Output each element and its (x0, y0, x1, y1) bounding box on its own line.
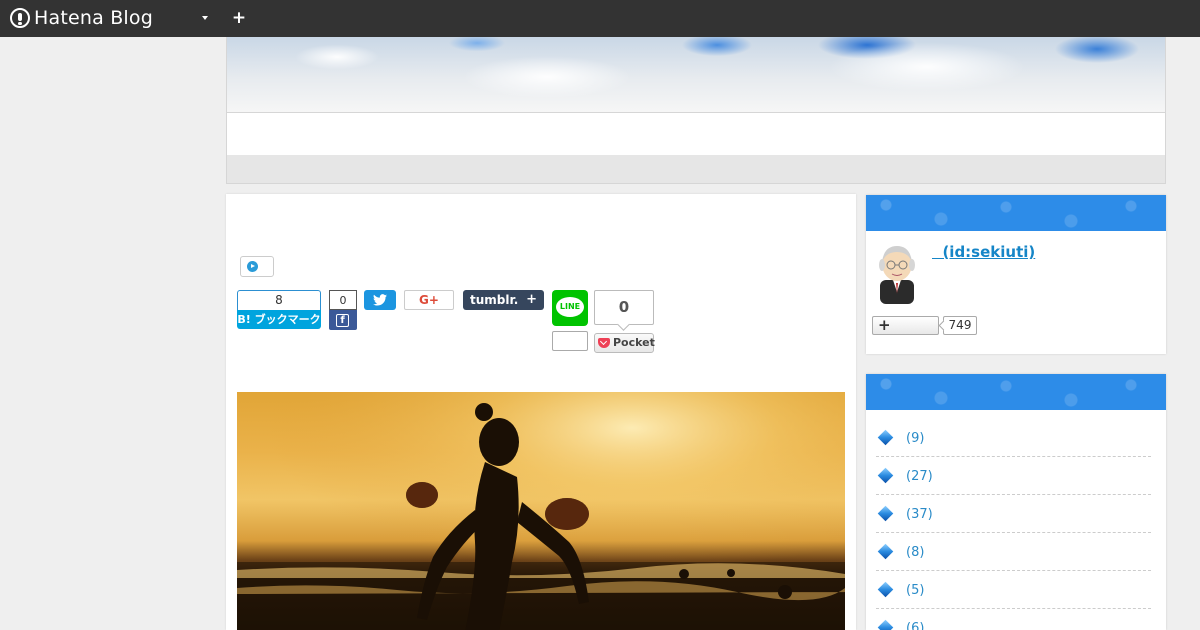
twitter-bird-icon (373, 294, 387, 306)
category-item[interactable]: (8) (876, 533, 1151, 571)
diamond-icon (877, 429, 894, 446)
play-icon (247, 261, 258, 272)
profile-module-header (866, 195, 1166, 231)
profile-module: (id:sekiuti) + 749 (866, 195, 1166, 354)
facebook-share-count: 0 (329, 290, 357, 310)
category-count[interactable]: (9) (906, 431, 924, 446)
tumblr-label: tumblr. (470, 293, 519, 307)
diamond-icon (877, 619, 894, 630)
googleplus-share-button[interactable]: G+ (404, 290, 454, 310)
category-module-header (866, 374, 1166, 410)
category-item[interactable]: (9) (876, 419, 1151, 457)
plus-icon[interactable]: + (230, 8, 248, 28)
facebook-share-button[interactable]: f (329, 310, 357, 330)
category-count[interactable]: (8) (906, 545, 924, 560)
diamond-icon (877, 467, 894, 484)
hatena-blog-logo-link[interactable]: Hatena Blog (10, 6, 153, 30)
hatena-bookmark-button[interactable]: B! ブックマーク (237, 310, 321, 329)
avatar[interactable] (874, 242, 920, 304)
hatena-bookmark-count[interactable]: 8 (237, 290, 321, 310)
category-list: (9) (27) (37) (8) (5) (6) (876, 419, 1151, 630)
category-module: (9) (27) (37) (8) (5) (6) (866, 374, 1166, 630)
tumblr-share-button[interactable]: tumblr. + (463, 290, 544, 310)
diamond-icon (877, 581, 894, 598)
article-entry: 8 B! ブックマーク 0 f G+ tumblr. + LINE 0 Pock… (226, 194, 856, 630)
follow-button[interactable]: + (872, 316, 939, 335)
pocket-save-count: 0 (594, 290, 654, 325)
global-header: Hatena Blog + (0, 0, 1200, 37)
line-share-count (552, 331, 588, 351)
line-share-button[interactable]: LINE (552, 290, 588, 326)
beach-silhouette-illustration (237, 392, 845, 630)
category-count[interactable]: (6) (906, 621, 924, 630)
category-count[interactable]: (37) (906, 507, 933, 522)
category-count[interactable]: (5) (906, 583, 924, 598)
category-item[interactable]: (6) (876, 609, 1151, 630)
pocket-save-button[interactable]: Pocket (594, 333, 655, 353)
blog-title-area (226, 113, 1166, 155)
diamond-icon (877, 505, 894, 522)
diamond-icon (877, 543, 894, 560)
blog-header-image (226, 37, 1166, 113)
profile-id-link[interactable]: (id:sekiuti) (932, 243, 1035, 261)
category-count[interactable]: (27) (906, 469, 933, 484)
facebook-icon: f (336, 314, 349, 327)
caret-down-icon[interactable] (202, 16, 208, 20)
blog-description-bar (226, 155, 1166, 184)
plus-icon: + (878, 316, 891, 334)
pocket-label: Pocket (613, 336, 655, 349)
category-item[interactable]: (5) (876, 571, 1151, 609)
tumblr-plus-icon: + (526, 292, 537, 307)
pocket-icon (598, 338, 610, 348)
article-photo (237, 392, 845, 630)
audio-play-button[interactable] (240, 256, 274, 277)
line-icon: LINE (556, 297, 584, 317)
category-item[interactable]: (27) (876, 457, 1151, 495)
follower-count: 749 (943, 316, 977, 335)
twitter-share-button[interactable] (364, 290, 396, 310)
brand-name: Hatena Blog (34, 7, 153, 29)
hatena-logo-icon (10, 8, 30, 28)
category-item[interactable]: (37) (876, 495, 1151, 533)
